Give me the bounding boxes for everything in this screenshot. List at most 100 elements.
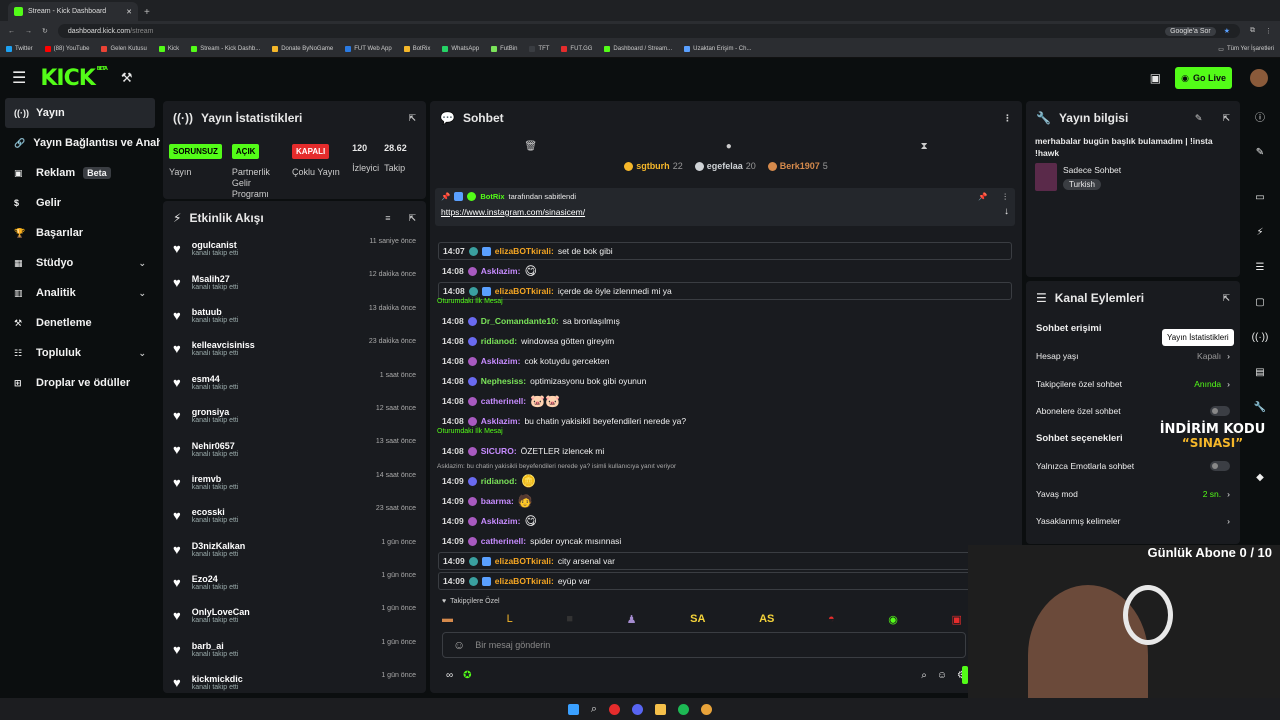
bookmark-item[interactable]: TFT [529,46,549,52]
chat-icon[interactable]: ▢ [1243,291,1277,313]
message-username[interactable]: elizaBOTkirali: [495,576,554,586]
emoji-icon[interactable]: ☺ [453,638,465,652]
message-username[interactable]: SICURO: [481,446,517,456]
follower-name[interactable]: D3nizKalkan [192,541,246,551]
unpin-icon[interactable]: 📌 [978,192,987,201]
server-icon[interactable]: ▤ [1243,361,1277,383]
expand-icon[interactable]: ⇱ [408,113,416,124]
send-button[interactable] [962,666,968,684]
chat-message[interactable]: 14:09 baarma: 🧑 [438,492,1012,510]
sidebar-item-5[interactable]: ▦ Stüdyo ⌄ [0,248,160,278]
chat-message[interactable]: 14:08 elizaBOTkirali: içerde de öyle izlen… [438,282,1012,300]
sidebar-item-4[interactable]: 🏆 Başarılar [0,218,160,248]
sidebar-item-6[interactable]: ▥ Analitik ⌄ [0,278,160,308]
message-username[interactable]: catherinell: [481,396,526,406]
kick-logo[interactable]: KICK BETA [40,66,108,91]
video-icon[interactable]: ▭ [1243,186,1277,208]
expand-icon[interactable]: ⇱ [1222,113,1230,124]
bookmark-star-icon[interactable]: ★ [1224,27,1230,35]
chat-bubble-icon[interactable]: ● [726,141,732,152]
go-live-button[interactable]: ◉ Go Live [1175,67,1232,89]
category-thumbnail[interactable] [1035,163,1057,191]
bookmark-item[interactable]: FUT Web App [345,46,392,52]
follower-name[interactable]: esm44 [192,374,239,384]
emote-item[interactable]: ◓ [828,613,835,625]
forward-icon[interactable]: → [25,28,32,35]
sidebar-item-8[interactable]: ☷ Topluluk ⌄ [0,338,160,368]
message-username[interactable]: Asklazim: [481,356,521,366]
all-bookmarks[interactable]: ▭ Tüm Yer İşaretleri [1218,46,1274,53]
message-username[interactable]: Asklazim: [481,516,521,526]
info-icon[interactable]: ⓘ [1243,105,1277,127]
slow-mode-row[interactable]: Yavaş mod 2 sn. › [1026,480,1240,508]
message-username[interactable]: elizaBOTkirali: [495,246,554,256]
menu-dots-icon[interactable]: ⋮ [1003,113,1012,124]
emote-only-toggle[interactable] [1210,461,1230,472]
sidebar-item-1[interactable]: 🔗 Yayın Bağlantısı ve Anahtarı [0,128,160,158]
sidebar-item-3[interactable]: $ Gelir [0,188,160,218]
bookmark-item[interactable]: Uzaktan Erişim - Ch... [684,46,751,52]
follower-name[interactable]: iremvb [192,474,239,484]
chrome-icon[interactable] [701,703,713,715]
follower-name[interactable]: Ezo24 [192,574,239,584]
message-username[interactable]: ridianod: [481,476,517,486]
bookmark-item[interactable]: Twitter [6,46,33,52]
chat-message[interactable]: 14:08 SICURO: ÖZETLER izlencek mi [438,442,1012,460]
follower-name[interactable]: barb_ai [192,641,239,651]
follower-name[interactable]: gronsiya [192,407,239,417]
search-icon[interactable]: ⌕ [591,703,597,716]
pinned-link[interactable]: https://www.instagram.com/sinasicem/ [441,207,585,217]
message-username[interactable]: Dr_Comandante10: [481,316,559,326]
menu-dots-icon[interactable]: ⋮ [1265,27,1272,35]
message-username[interactable]: Nephesiss: [481,376,526,386]
follower-name[interactable]: kelleavcisiniss [192,340,255,350]
emote-item[interactable]: SA [690,613,705,625]
emote-picker-icon[interactable]: ☺ [937,670,947,681]
avatar[interactable] [1250,69,1268,87]
back-icon[interactable]: ← [8,28,15,35]
subs-chat-toggle[interactable] [1210,406,1230,417]
chat-message[interactable]: 14:09 elizaBOTkirali: city arsenal var [438,552,1012,570]
message-username[interactable]: Asklazim: [481,266,521,276]
bookmark-item[interactable]: Dashboard / Stream... [604,46,672,52]
follower-name[interactable]: Msalih27 [192,274,239,284]
sidebar-item-0[interactable]: ((·)) Yayın [5,98,155,128]
kick-points-icon[interactable]: ✪ [463,670,471,681]
category-name[interactable]: Sadece Sohbet [1063,165,1121,175]
hamburger-menu-icon[interactable]: ☰ [12,68,26,88]
bookmark-item[interactable]: FUT.GG [561,46,592,52]
chat-message[interactable]: 14:08 Asklazim: cok kotuydu gercekten [438,352,1012,370]
emote-item[interactable]: L [507,613,513,625]
chat-message[interactable]: 14:09 catherinell: spider oyncak mısınnasi [438,532,1012,550]
edit-icon[interactable]: ✎ [1243,141,1277,163]
bookmark-item[interactable]: Kick [158,46,179,52]
follower-name[interactable]: kickmickdic [192,674,243,684]
sidebar-item-9[interactable]: ⊞ Droplar ve ödüller [0,368,160,398]
google-ask-button[interactable]: Google'a Sor [1165,26,1216,36]
tag-icon[interactable]: ◆ [1243,466,1277,488]
chat-message[interactable]: 14:08 Asklazim: 😋 [438,262,1012,280]
app-icon[interactable] [609,703,621,715]
expand-icon[interactable]: ⇱ [408,213,416,224]
reload-icon[interactable]: ↻ [42,27,48,35]
emote-item[interactable]: ♟ [627,613,637,626]
expand-icon[interactable]: ⇱ [1222,293,1230,304]
trash-icon[interactable]: 🗑 [524,141,537,152]
bookmark-item[interactable]: (88) YouTube [44,46,89,52]
broadcast-icon[interactable]: ((·)) [1243,326,1277,348]
follower-name[interactable]: Nehir0657 [192,441,239,451]
message-username[interactable]: ridianod: [481,336,517,346]
leaderboard-item[interactable]: egefelaa 20 [694,161,756,171]
chat-message[interactable]: 14:08 Asklazim: bu chatin yakisikli beyefe… [438,412,1012,430]
banned-words-row[interactable]: Yasaklanmış kelimeler › [1026,508,1240,536]
list-icon[interactable]: ☰ [1243,256,1277,278]
bookmark-item[interactable]: Gelen Kutusu [101,46,147,52]
leaderboard-item[interactable]: Berk1907 5 [767,161,828,171]
bookmark-item[interactable]: FutBin [491,46,517,52]
follower-name[interactable]: OnlyLoveCan [192,607,250,617]
edit-icon[interactable]: ✎ [1195,113,1203,124]
leaderboard-item[interactable]: sgtburh 22 [624,161,683,171]
sidebar-item-2[interactable]: ▣ Reklam Beta [0,158,160,188]
search-icon[interactable]: ⌕ [921,670,927,681]
follower-name[interactable]: ogulcanist [192,240,239,250]
